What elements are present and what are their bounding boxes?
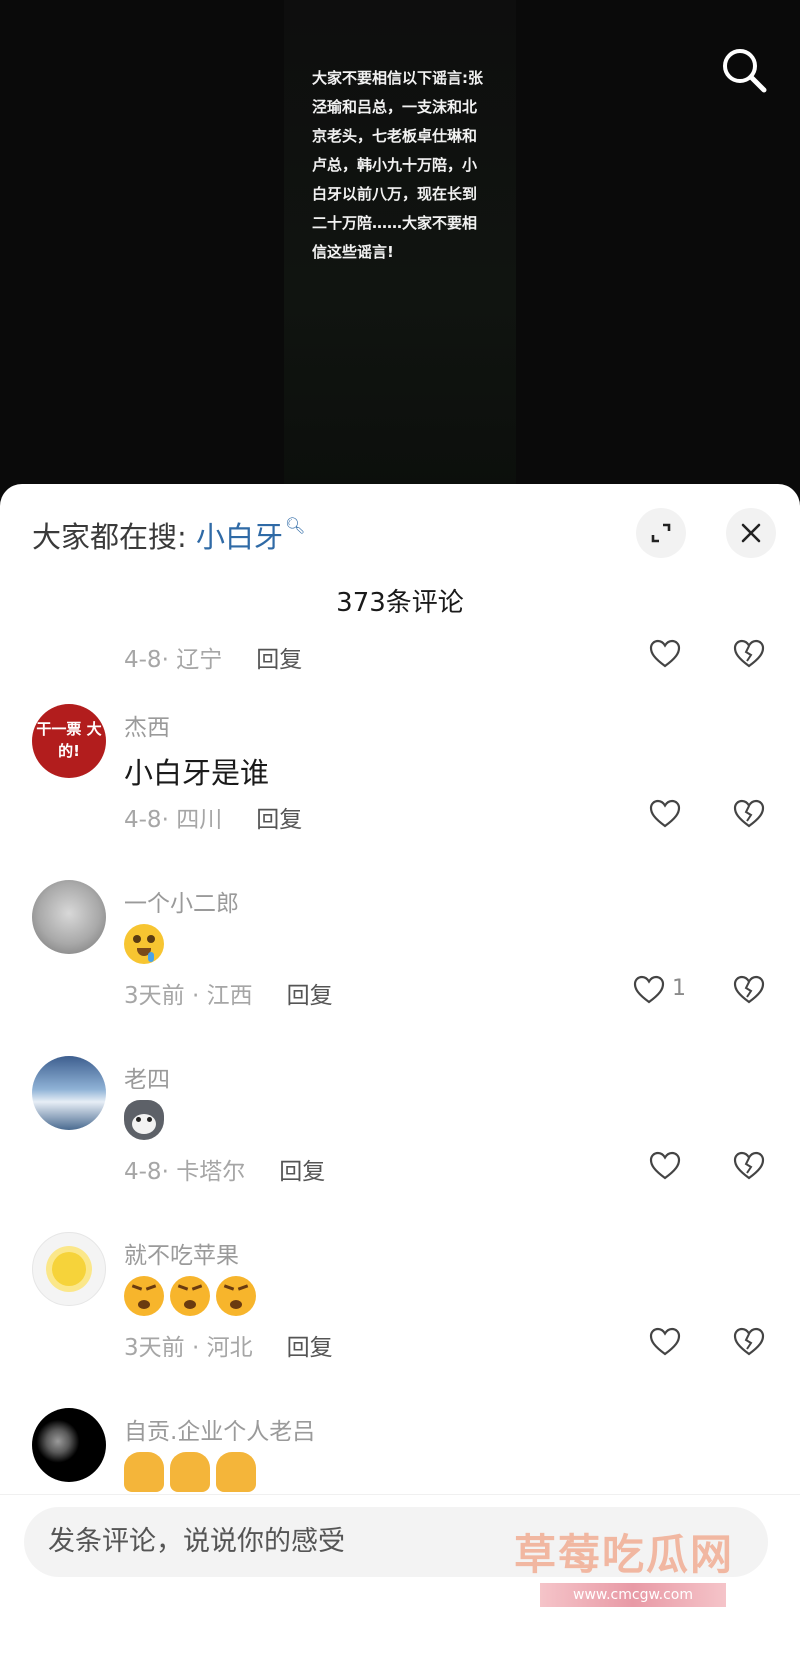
avatar[interactable] xyxy=(32,1232,106,1306)
emoji-row xyxy=(124,1100,164,1140)
username[interactable]: 老四 xyxy=(124,1060,170,1094)
broken-heart-icon[interactable] xyxy=(732,638,766,670)
comment-date: 4-8· 四川 xyxy=(124,807,223,833)
thumbs-up-emoji xyxy=(124,1452,164,1492)
list-item: 就不吃苹果 3天前 · 河北 回复 xyxy=(0,1232,800,1408)
username[interactable]: 杰西 xyxy=(124,708,170,742)
reply-button[interactable]: 回复 xyxy=(287,983,333,1009)
video-caption: 大家不要相信以下谣言:张泾瑜和吕总，一支沫和北京老头，七老板卓仕琳和卢总，韩小九… xyxy=(312,69,483,261)
reply-button[interactable]: 回复 xyxy=(256,647,302,673)
heart-icon[interactable] xyxy=(648,1150,682,1182)
expand-icon xyxy=(651,523,671,543)
avatar[interactable] xyxy=(32,1056,106,1130)
broken-heart-icon[interactable] xyxy=(732,974,766,1006)
emoji-row xyxy=(124,924,164,964)
reply-button[interactable]: 回复 xyxy=(287,1335,333,1361)
angry-face-emoji xyxy=(170,1276,210,1316)
avatar[interactable] xyxy=(32,880,106,954)
avatar[interactable] xyxy=(32,1408,106,1482)
sun-icon xyxy=(52,1252,86,1286)
comment-meta: 4-8· 辽宁 回复 xyxy=(124,640,302,674)
heart-icon[interactable] xyxy=(632,974,666,1006)
like-count: 1 xyxy=(672,976,686,1001)
hot-search-term[interactable]: 小白牙 xyxy=(196,520,283,554)
emoji-row xyxy=(124,1452,256,1492)
comment-date: 4-8· 卡塔尔 xyxy=(124,1159,246,1185)
broken-heart-icon[interactable] xyxy=(732,1150,766,1182)
comment-count: 373条评论 xyxy=(336,588,464,618)
comment-list[interactable]: 4-8· 辽宁 回复 干一票 大的! 杰西 小白牙是谁 4-8· 四川 回复 一… xyxy=(0,624,800,1494)
search-icon: 🔍︎ xyxy=(285,516,306,535)
heart-icon[interactable] xyxy=(648,798,682,830)
username[interactable]: 一个小二郎 xyxy=(124,884,239,918)
close-button[interactable] xyxy=(726,508,776,558)
heart-icon[interactable] xyxy=(648,1326,682,1358)
comment-meta: 3天前 · 河北 回复 xyxy=(124,1328,333,1362)
reply-button[interactable]: 回复 xyxy=(279,1159,325,1185)
avatar-text: 干一票 大的! xyxy=(36,720,102,760)
comment-date: 4-8· 辽宁 xyxy=(124,647,223,673)
username[interactable]: 就不吃苹果 xyxy=(124,1236,239,1270)
husky-dog-emoji xyxy=(124,1100,164,1140)
close-icon xyxy=(741,523,761,543)
video-player[interactable]: 大家不要相信以下谣言:张泾瑜和吕总，一支沫和北京老头，七老板卓仕琳和卢总，韩小九… xyxy=(0,0,800,490)
thumbs-up-emoji xyxy=(216,1452,256,1492)
list-item: 老四 4-8· 卡塔尔 回复 xyxy=(0,1056,800,1232)
comment-meta: 3天前 · 江西 回复 xyxy=(124,976,333,1010)
broken-heart-icon[interactable] xyxy=(732,798,766,830)
list-item: 一个小二郎 3天前 · 江西 回复 1 xyxy=(0,880,800,1056)
search-icon xyxy=(723,49,767,93)
comment-text: 小白牙是谁 xyxy=(124,756,270,790)
list-item: 自贡.企业个人老吕 xyxy=(0,1408,800,1494)
comment-date: 3天前 · 河北 xyxy=(124,1335,253,1361)
comment-sheet: 大家都在搜: 小白牙 🔍︎ 373条评论 4-8· 辽宁 回复 干一票 大的! … xyxy=(0,484,800,1662)
hot-search-bar[interactable]: 大家都在搜: 小白牙 🔍︎ xyxy=(32,514,305,556)
angry-face-emoji xyxy=(124,1276,164,1316)
list-item: 干一票 大的! 杰西 小白牙是谁 4-8· 四川 回复 xyxy=(0,704,800,880)
comment-date: 3天前 · 江西 xyxy=(124,983,253,1009)
comment-input-bar: 发条评论，说说你的感受 草莓吃瓜网 www.cmcgw.com xyxy=(0,1494,800,1662)
watermark-title: 草莓吃瓜网 xyxy=(514,1530,735,1579)
broken-heart-icon[interactable] xyxy=(732,1326,766,1358)
heart-icon[interactable] xyxy=(648,638,682,670)
angry-face-emoji xyxy=(216,1276,256,1316)
thumbs-up-emoji xyxy=(170,1452,210,1492)
drooling-face-emoji xyxy=(124,924,164,964)
avatar[interactable]: 干一票 大的! xyxy=(32,704,106,778)
comment-meta: 4-8· 卡塔尔 回复 xyxy=(124,1152,325,1186)
hot-search-label: 大家都在搜: xyxy=(32,520,187,554)
watermark-url: www.cmcgw.com xyxy=(540,1583,726,1607)
emoji-row xyxy=(124,1276,256,1316)
expand-button[interactable] xyxy=(636,508,686,558)
search-button[interactable] xyxy=(718,44,770,96)
comment-meta: 4-8· 四川 回复 xyxy=(124,800,302,834)
username[interactable]: 自贡.企业个人老吕 xyxy=(124,1412,315,1446)
reply-button[interactable]: 回复 xyxy=(256,807,302,833)
